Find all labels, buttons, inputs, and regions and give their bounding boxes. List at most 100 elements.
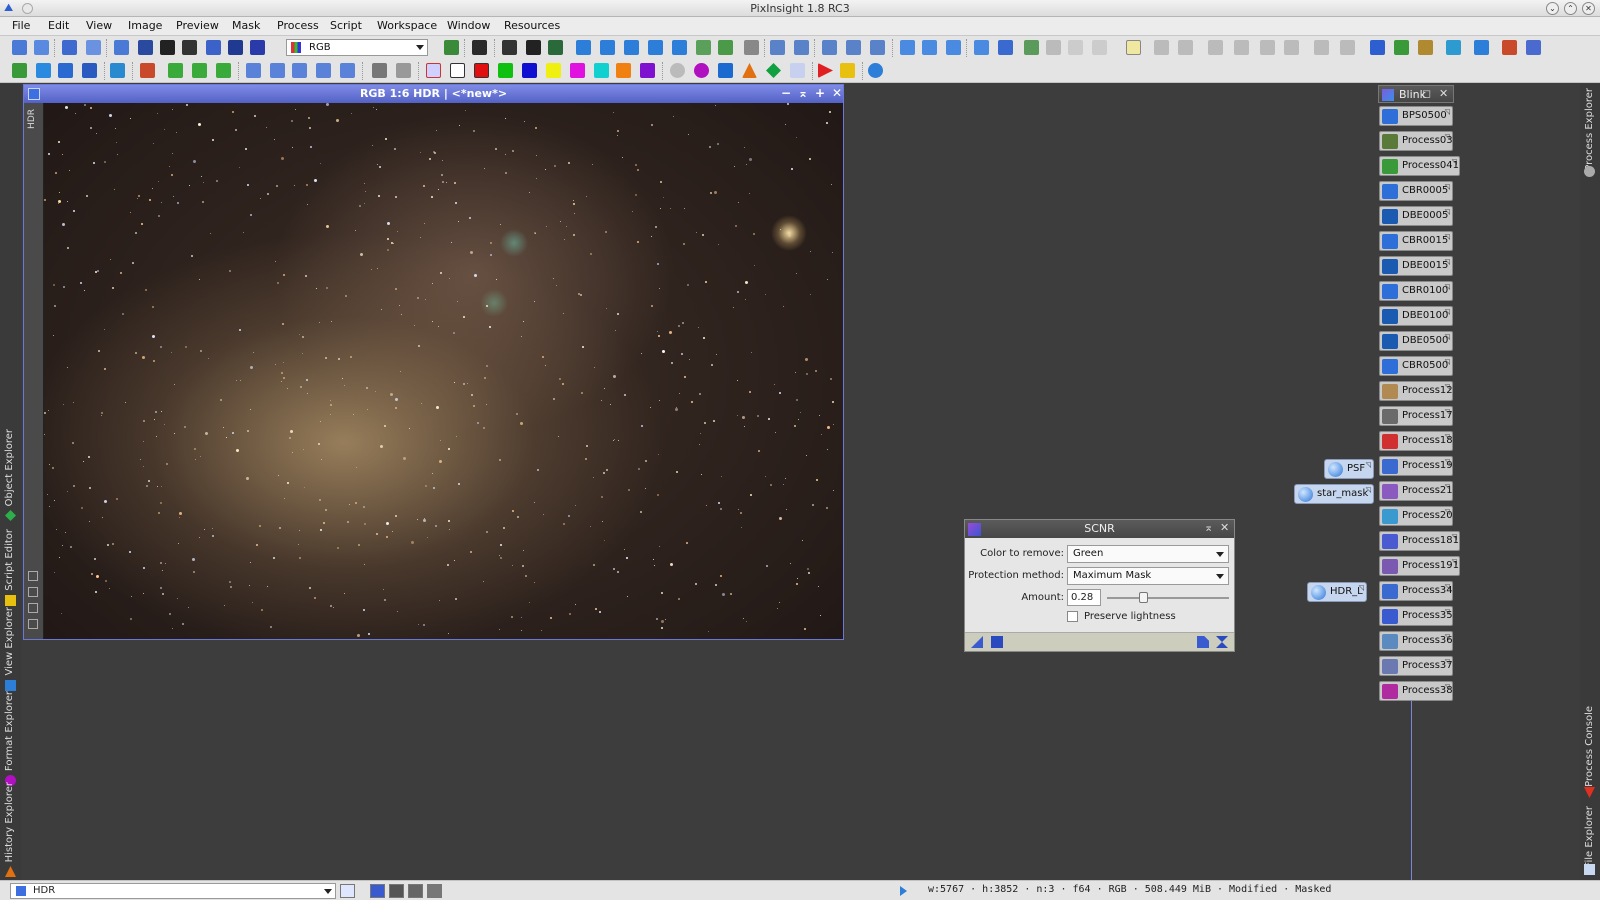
tab-history-explorer[interactable]: History Explorer bbox=[1, 782, 20, 880]
display-alpha-icon[interactable] bbox=[1068, 40, 1083, 55]
process-icon-process12[interactable]: Process12 ◹ bbox=[1379, 381, 1453, 401]
zoom-1-1-icon[interactable] bbox=[822, 40, 837, 55]
zoom-2-1-icon[interactable] bbox=[846, 40, 861, 55]
display-lightness-icon[interactable] bbox=[1046, 40, 1061, 55]
process-icon-process03[interactable]: Process03 ◹ bbox=[1379, 131, 1453, 151]
amount-input[interactable]: 0.28 bbox=[1067, 589, 1101, 606]
console-icon[interactable] bbox=[1502, 40, 1517, 55]
refresh-icon[interactable] bbox=[868, 63, 883, 78]
process-icon-cbr0500[interactable]: CBR0500 ◹ bbox=[1379, 356, 1453, 376]
edit-preview-icon[interactable] bbox=[718, 40, 733, 55]
reset-icon[interactable] bbox=[1216, 636, 1228, 648]
script-icon[interactable] bbox=[1394, 40, 1409, 55]
browse-docs-icon[interactable] bbox=[1197, 636, 1209, 648]
rotate-right-icon[interactable] bbox=[270, 63, 285, 78]
process-icon-dbe0015[interactable]: DBE0015 ◹ bbox=[1379, 256, 1453, 276]
sphere-icon[interactable] bbox=[694, 63, 709, 78]
play-icon[interactable] bbox=[900, 886, 907, 896]
amount-slider-thumb[interactable] bbox=[1138, 592, 1148, 603]
window-tile-icon[interactable] bbox=[526, 40, 541, 55]
channel-cyan-icon[interactable] bbox=[594, 63, 609, 78]
zoom-in-icon[interactable] bbox=[770, 40, 785, 55]
menu-window[interactable]: Window bbox=[447, 19, 490, 32]
process-explorer-icon[interactable] bbox=[1370, 40, 1385, 55]
menu-process[interactable]: Process bbox=[277, 19, 319, 32]
process-icon-process37[interactable]: Process37 ◹ bbox=[1379, 656, 1453, 676]
gear-icon[interactable] bbox=[670, 63, 685, 78]
window-shade-button[interactable]: − bbox=[779, 86, 793, 101]
window-maximize-button[interactable]: + bbox=[813, 86, 827, 101]
resample-icon[interactable] bbox=[58, 63, 73, 78]
color-to-remove-select[interactable]: Green bbox=[1067, 545, 1229, 563]
process-icon-psf[interactable]: PSF ◹ bbox=[1324, 459, 1374, 479]
view-mode-icon[interactable] bbox=[340, 884, 355, 898]
process-icon-dbe0100[interactable]: DBE0100 ◹ bbox=[1379, 306, 1453, 326]
image-window[interactable]: RGB 1:6 HDR | <*new*> − ⌅ + ✕ HDR bbox=[23, 84, 844, 640]
menu-resources[interactable]: Resources bbox=[504, 19, 560, 32]
tab-object-explorer[interactable]: Object Explorer bbox=[1, 424, 20, 524]
fit-window-icon[interactable] bbox=[922, 40, 937, 55]
process-icon-process18[interactable]: Process18 ◹ bbox=[1379, 431, 1453, 451]
menu-image[interactable]: Image bbox=[128, 19, 162, 32]
scnr-titlebar[interactable]: SCNR ⌅ ✕ bbox=[965, 520, 1234, 538]
restore-icon[interactable] bbox=[28, 571, 38, 581]
menu-edit[interactable]: Edit bbox=[48, 19, 69, 32]
close-image-icon[interactable] bbox=[160, 40, 175, 55]
channel-red-icon[interactable] bbox=[474, 63, 489, 78]
close-all-icon[interactable] bbox=[182, 40, 197, 55]
scnr-close-button[interactable]: ✕ bbox=[1220, 521, 1229, 534]
tab-view-explorer[interactable]: View Explorer bbox=[1, 607, 20, 694]
cursor-icon[interactable] bbox=[744, 40, 759, 55]
process-icon-bps0500[interactable]: BPS0500 ◹ bbox=[1379, 106, 1453, 126]
process-icon-dbe0005[interactable]: DBE0005 ◹ bbox=[1379, 206, 1453, 226]
channel-magenta-icon[interactable] bbox=[570, 63, 585, 78]
display-mode-1-icon[interactable] bbox=[370, 884, 385, 898]
astro-image-canvas[interactable] bbox=[44, 103, 843, 639]
link-icon[interactable] bbox=[28, 603, 38, 613]
preview-restore-icon[interactable] bbox=[1284, 40, 1299, 55]
mask-show-icon[interactable] bbox=[1092, 40, 1107, 55]
display-mode-4-icon[interactable] bbox=[427, 884, 442, 898]
pan-mode-icon[interactable] bbox=[576, 40, 591, 55]
geometry-icon[interactable] bbox=[12, 63, 27, 78]
preserve-lightness-checkbox[interactable] bbox=[1067, 611, 1078, 622]
tab-file-explorer[interactable]: File Explorer bbox=[1581, 804, 1599, 880]
display-red-icon[interactable] bbox=[974, 40, 989, 55]
object-icon[interactable] bbox=[1474, 40, 1489, 55]
mask-toggle-icon[interactable] bbox=[28, 619, 38, 629]
gray-rgb-icon[interactable] bbox=[396, 63, 411, 78]
preview-icon[interactable] bbox=[250, 40, 265, 55]
mask-invert-icon[interactable] bbox=[1154, 40, 1169, 55]
history-back-icon[interactable] bbox=[216, 63, 231, 78]
channel-blue-icon[interactable] bbox=[522, 63, 537, 78]
process-icon-dbe0500[interactable]: DBE0500 ◹ bbox=[1379, 331, 1453, 351]
run-icon[interactable] bbox=[818, 63, 833, 78]
channel-yellow-icon[interactable] bbox=[546, 63, 561, 78]
color-space-select[interactable]: RGB bbox=[286, 39, 428, 56]
window-close-button[interactable]: ✕ bbox=[830, 86, 844, 101]
scnr-dialog[interactable]: SCNR ⌅ ✕ Color to remove: Green Protecti… bbox=[964, 519, 1235, 652]
menu-view[interactable]: View bbox=[86, 19, 112, 32]
display-blue-icon[interactable] bbox=[1024, 40, 1039, 55]
preview-store-icon[interactable] bbox=[1260, 40, 1275, 55]
file-icon[interactable] bbox=[1526, 40, 1541, 55]
mask-remove-icon[interactable] bbox=[450, 63, 465, 78]
process-icon-process38[interactable]: Process38 ◹ bbox=[1379, 681, 1453, 701]
view-id-tab[interactable]: HDR bbox=[27, 109, 37, 129]
undo-icon[interactable] bbox=[140, 63, 155, 78]
mask-enable-icon[interactable] bbox=[1126, 40, 1141, 55]
stf-icon[interactable] bbox=[472, 40, 487, 55]
tab-process-console[interactable]: Process Console bbox=[1581, 704, 1599, 804]
menu-workspace[interactable]: Workspace bbox=[377, 19, 437, 32]
menu-mask[interactable]: Mask bbox=[232, 19, 260, 32]
zoom-4-1-icon[interactable] bbox=[870, 40, 885, 55]
image-properties-icon[interactable] bbox=[206, 40, 221, 55]
redo-icon[interactable] bbox=[168, 63, 183, 78]
close-button[interactable]: ✕ bbox=[1582, 2, 1595, 15]
menu-preview[interactable]: Preview bbox=[176, 19, 219, 32]
process-icon-hdr[interactable]: HDR_L ◹ bbox=[1307, 582, 1367, 602]
readout-icon[interactable] bbox=[696, 40, 711, 55]
mask-icon[interactable] bbox=[228, 40, 243, 55]
grayscale-icon[interactable] bbox=[372, 63, 387, 78]
channel-violet-icon[interactable] bbox=[640, 63, 655, 78]
